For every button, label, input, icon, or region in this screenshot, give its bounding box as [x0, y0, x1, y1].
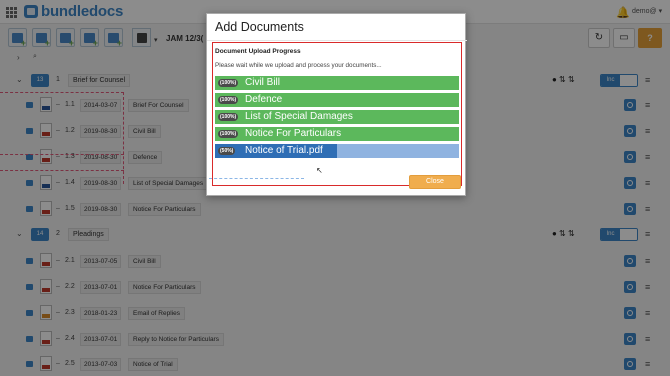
upload-progress-bar: (50%) Notice of Trial.pdf	[215, 144, 459, 158]
dialog-title: Add Documents	[215, 20, 304, 34]
upload-progress-panel: Document Upload Progress Please wait whi…	[212, 42, 462, 186]
upload-progress-bar: (100%) List of Special Damages	[215, 110, 459, 124]
mouse-cursor-icon: ↖	[316, 166, 323, 175]
drop-guide	[209, 178, 304, 179]
upload-percent: (100%)	[218, 130, 239, 138]
upload-percent: (100%)	[218, 96, 239, 104]
upload-progress-bar: (100%) Notice For Particulars	[215, 127, 459, 141]
upload-percent: (100%)	[218, 113, 239, 121]
upload-file-name: List of Special Damages	[245, 111, 353, 122]
upload-file-name: Notice of Trial.pdf	[245, 145, 323, 156]
upload-progress-bar: (100%) Civil Bill	[215, 76, 459, 90]
upload-progress-message: Please wait while we upload and process …	[215, 62, 382, 69]
upload-file-name: Civil Bill	[245, 77, 280, 88]
upload-percent: (50%)	[218, 147, 236, 155]
close-button[interactable]: Close	[409, 175, 461, 189]
dialog-header: Add Documents	[207, 14, 467, 41]
upload-progress-heading: Document Upload Progress	[215, 48, 301, 55]
add-documents-dialog: Add Documents Document Upload Progress P…	[206, 13, 467, 196]
upload-file-name: Defence	[245, 94, 283, 105]
upload-percent: (100%)	[218, 79, 239, 87]
upload-file-name: Notice For Particulars	[245, 128, 342, 139]
upload-progress-bar: (100%) Defence	[215, 93, 459, 107]
